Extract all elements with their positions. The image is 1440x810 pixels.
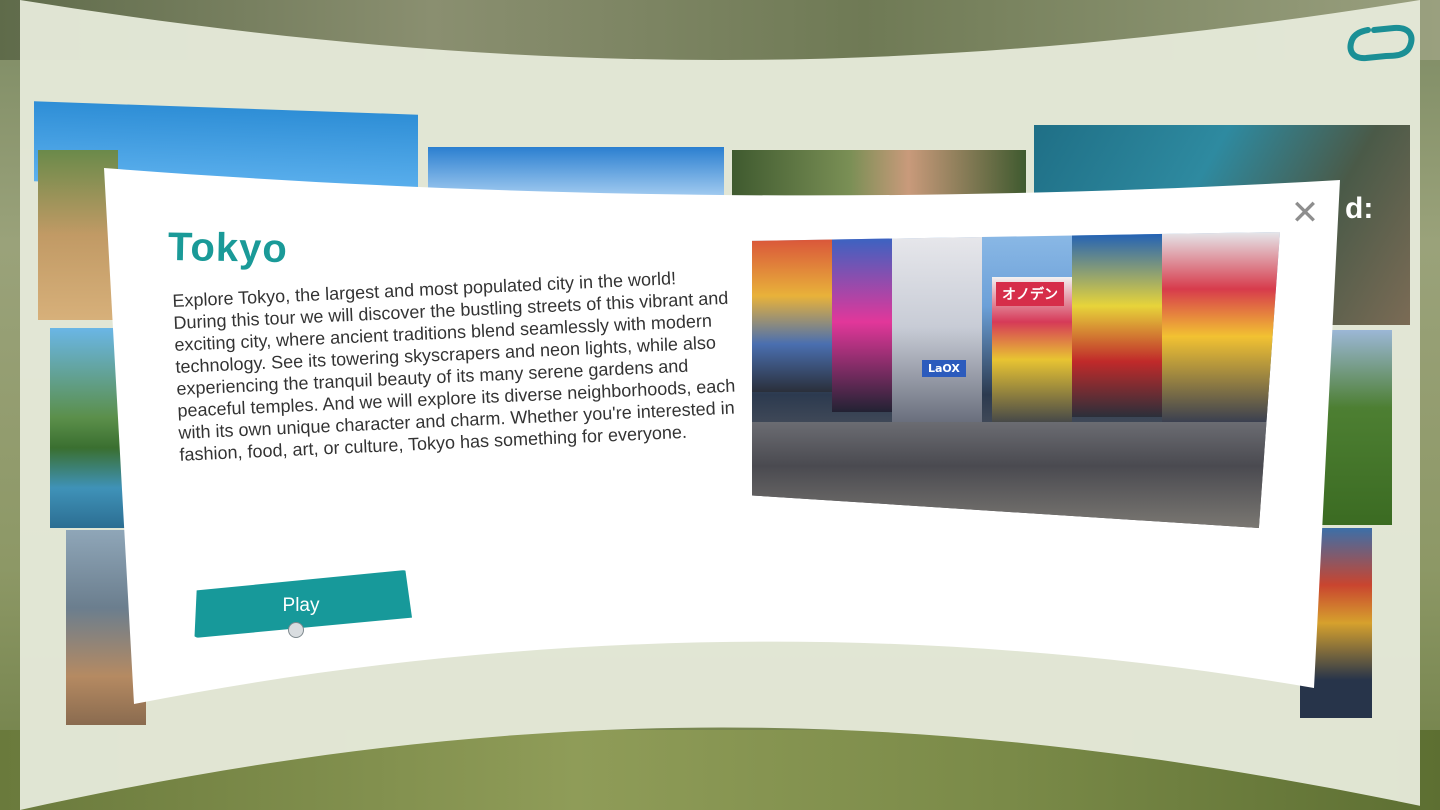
tokyo-street-image: オノデン LaOX <box>752 232 1280 528</box>
sign-laox: LaOX <box>922 360 966 377</box>
app-logo-icon <box>1347 24 1415 62</box>
dialog-description: Explore Tokyo, the largest and most popu… <box>172 268 736 465</box>
close-icon[interactable]: ✕ <box>1288 196 1322 230</box>
pointer-cursor-icon <box>288 622 304 638</box>
gallery-tile-clouds[interactable] <box>428 147 724 195</box>
dialog-title: Tokyo <box>167 224 289 272</box>
gallery-tile-forest[interactable] <box>732 150 1026 200</box>
background-heading-fragment: d: <box>1345 192 1374 225</box>
vr-scene: d: Tokyo Explore Tokyo, the largest and … <box>0 0 1440 810</box>
sign-onoden: オノデン <box>996 282 1064 306</box>
play-button-label: Play <box>282 595 320 616</box>
